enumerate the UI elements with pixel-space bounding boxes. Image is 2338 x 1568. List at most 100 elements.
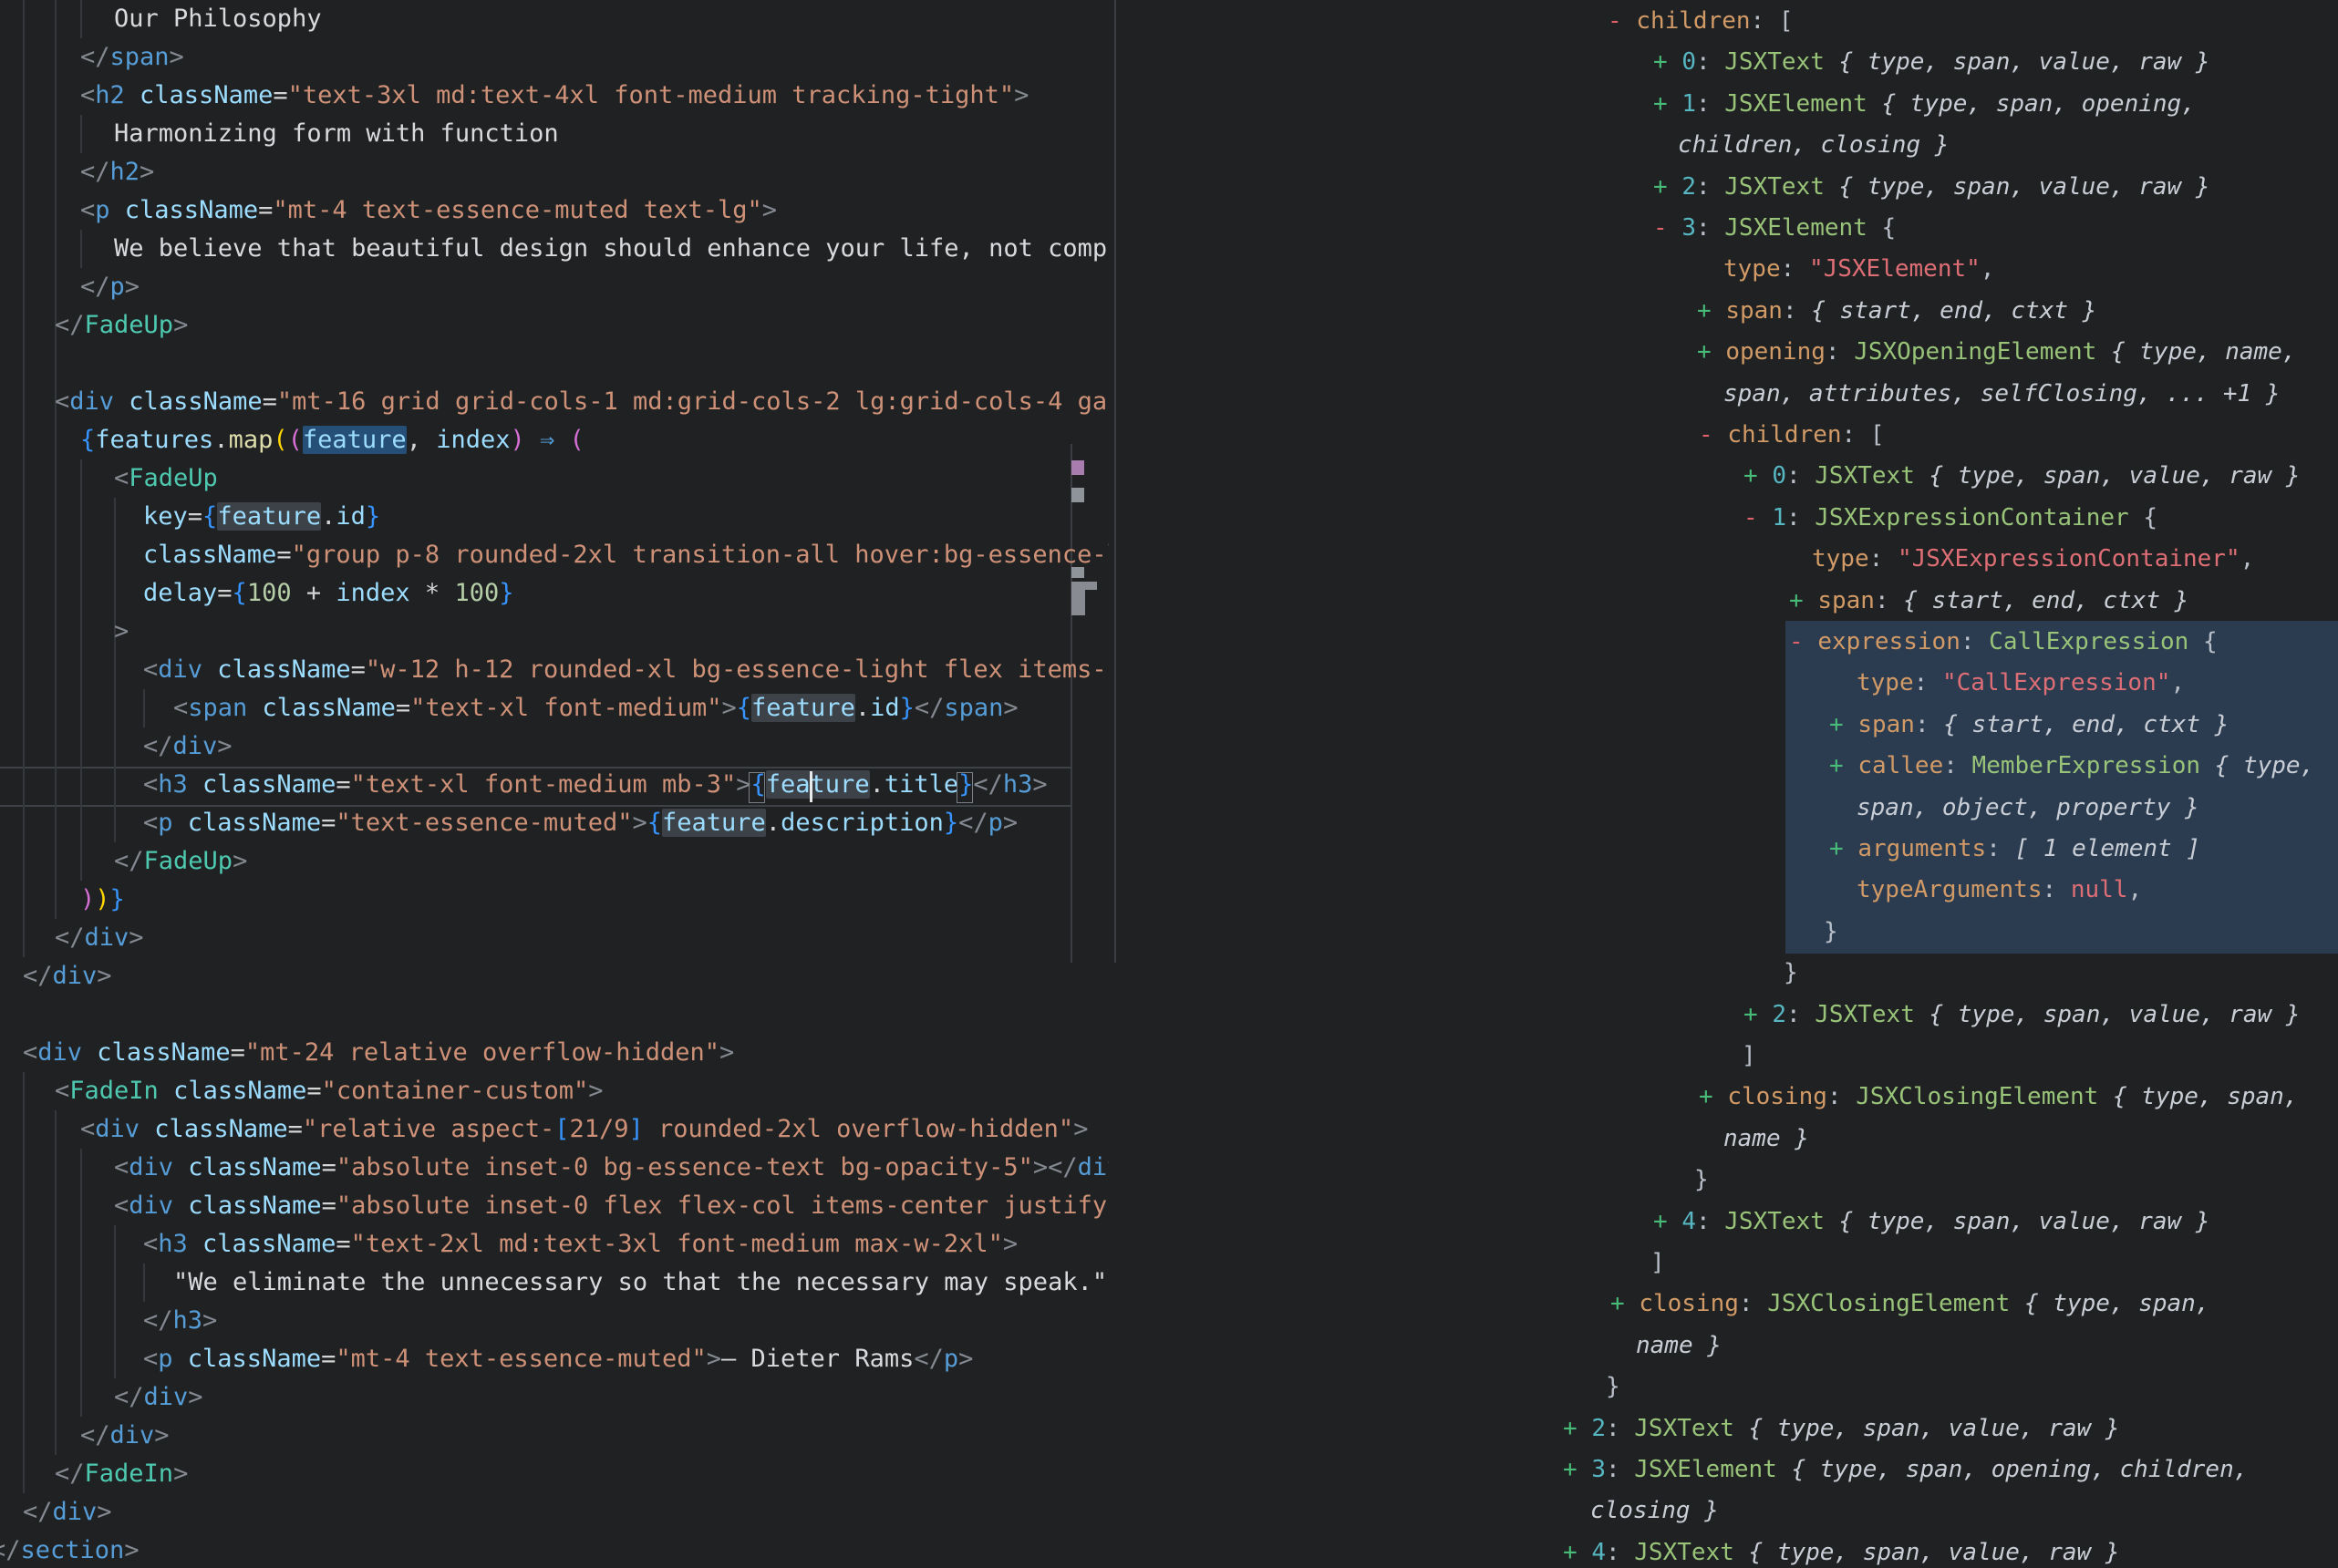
ast-line[interactable]: + 2: JSXText { type, span, value, raw } — [1653, 167, 2210, 208]
ast-line[interactable]: name } — [1723, 1119, 1809, 1160]
ast-line[interactable]: + 2: JSXText { type, span, value, raw } — [1563, 1408, 2120, 1449]
ast-line[interactable]: typeArguments: null, — [1857, 870, 2142, 911]
rnode-token: JSXClosingElement — [1856, 1083, 2113, 1110]
rp-token: : — [1827, 1083, 1856, 1110]
ridx-token: 1 — [1681, 90, 1696, 118]
ast-line[interactable]: - children: [ — [1608, 1, 1794, 42]
ast-line[interactable]: } — [1606, 1367, 1620, 1408]
ast-line[interactable]: - children: [ — [1699, 415, 1885, 456]
ast-line[interactable]: + callee: MemberExpression { type, — [1829, 746, 2314, 787]
expand-toggle-icon[interactable]: + — [1653, 1208, 1681, 1235]
ast-line[interactable]: children, closing } — [1678, 125, 1949, 166]
ridx-token: 0 — [1681, 48, 1696, 76]
rstr-token: "JSXExpressionContainer" — [1898, 545, 2240, 573]
ast-line[interactable]: ] — [1650, 1243, 1665, 1284]
ast-line[interactable]: + span: { start, end, ctxt } — [1789, 581, 2188, 622]
expand-toggle-icon[interactable]: + — [1610, 1290, 1639, 1317]
ast-tree-panel[interactable]: - children: [+ 0: JSXText { type, span, … — [0, 0, 2338, 1568]
ast-line[interactable]: + 4: JSXText { type, span, value, raw } — [1653, 1202, 2210, 1243]
collapse-toggle-icon[interactable]: - — [1608, 7, 1636, 35]
ast-line[interactable]: + 0: JSXText { type, span, value, raw } — [1653, 42, 2210, 83]
expand-toggle-icon[interactable]: + — [1829, 711, 1857, 738]
expand-toggle-icon[interactable]: + — [1697, 297, 1725, 325]
scrollbar-slider[interactable] — [1071, 582, 1085, 615]
rkey-token: arguments — [1857, 835, 1986, 862]
ast-line[interactable]: span, attributes, selfClosing, ... +1 } — [1723, 374, 2280, 415]
rp-token: : — [1696, 1208, 1724, 1235]
rp-token: } — [1694, 1166, 1709, 1193]
collapse-toggle-icon[interactable]: - — [1653, 214, 1681, 242]
rprev-token: name } — [1636, 1332, 1722, 1359]
expand-toggle-icon[interactable]: + — [1653, 90, 1681, 118]
rp-token: : — [1696, 48, 1724, 76]
expand-toggle-icon[interactable]: + — [1653, 173, 1681, 201]
ast-line[interactable]: } — [1784, 953, 1798, 994]
ast-line[interactable]: closing } — [1590, 1491, 1719, 1532]
expand-toggle-icon[interactable]: + — [1829, 835, 1857, 862]
rp-token: : [ — [1751, 7, 1794, 35]
expand-toggle-icon[interactable]: + — [1653, 48, 1681, 76]
rprev-token: { type, span, value, raw } — [1839, 48, 2210, 76]
ast-line[interactable]: + span: { start, end, ctxt } — [1829, 705, 2229, 746]
expand-toggle-icon[interactable]: + — [1743, 462, 1772, 490]
ast-line[interactable]: name } — [1636, 1326, 1722, 1367]
ast-line[interactable]: } — [1824, 912, 1838, 953]
rnode-token: JSXText — [1724, 1208, 1838, 1235]
ast-line[interactable]: - 1: JSXExpressionContainer { — [1743, 498, 2157, 539]
ast-line[interactable]: } — [1694, 1160, 1709, 1201]
expand-toggle-icon[interactable]: + — [1699, 1083, 1727, 1110]
rp-token: } — [1784, 959, 1798, 986]
rp-token: : [ — [1842, 421, 1885, 449]
rnode-token: JSXClosingElement — [1767, 1290, 2024, 1317]
ridx-token: 4 — [1681, 1208, 1696, 1235]
expand-toggle-icon[interactable]: + — [1563, 1415, 1591, 1442]
expand-toggle-icon[interactable]: + — [1563, 1456, 1591, 1483]
expand-toggle-icon[interactable]: + — [1743, 1001, 1772, 1028]
rkey-token: children — [1727, 421, 1841, 449]
bracket-match-box — [749, 772, 765, 803]
ast-line[interactable]: + closing: JSXClosingElement { type, spa… — [1610, 1284, 2209, 1325]
ridx-token: 2 — [1772, 1001, 1786, 1028]
rnode-token: JSXText — [1724, 48, 1838, 76]
rnode-token: JSXElement — [1724, 214, 1881, 242]
rp-token: : — [1696, 173, 1724, 201]
ast-line[interactable]: - 3: JSXElement { — [1653, 208, 1896, 249]
rprev-token: { start, end, ctxt } — [1903, 587, 2188, 614]
rprev-token: { type, span, value, raw } — [1839, 1208, 2210, 1235]
ast-line[interactable]: type: "JSXElement", — [1723, 249, 1994, 290]
rprev-token: { type, span, opening, — [1881, 90, 2195, 118]
ast-line[interactable]: + 3: JSXElement { type, span, opening, c… — [1563, 1449, 2248, 1491]
rp-token: : — [1786, 462, 1815, 490]
collapse-toggle-icon[interactable]: - — [1743, 504, 1772, 531]
collapse-toggle-icon[interactable]: - — [1789, 628, 1817, 655]
collapse-toggle-icon[interactable]: - — [1699, 421, 1727, 449]
rstr-token: "CallExpression" — [1942, 669, 2170, 696]
expand-toggle-icon[interactable]: + — [1789, 587, 1817, 614]
ast-line[interactable]: type: "JSXExpressionContainer", — [1812, 539, 2254, 580]
ast-line[interactable]: + 4: JSXText { type, span, value, raw } — [1563, 1532, 2120, 1568]
ast-line[interactable]: + 0: JSXText { type, span, value, raw } — [1743, 456, 2301, 497]
rp-token: : — [1914, 669, 1942, 696]
ast-line[interactable]: + 1: JSXElement { type, span, opening, — [1653, 84, 2196, 125]
rnode-token: JSXText — [1724, 173, 1838, 201]
expand-toggle-icon[interactable]: + — [1697, 338, 1725, 366]
rp-token: , — [2170, 669, 2185, 696]
rnode-token: MemberExpression — [1972, 752, 2215, 779]
ast-line[interactable]: type: "CallExpression", — [1857, 663, 2185, 704]
expand-toggle-icon[interactable]: + — [1829, 752, 1857, 779]
expand-toggle-icon[interactable]: + — [1563, 1539, 1591, 1566]
ast-line[interactable]: + opening: JSXOpeningElement { type, nam… — [1697, 332, 2296, 373]
ast-line[interactable]: + closing: JSXClosingElement { type, spa… — [1699, 1077, 2298, 1118]
rprev-token: { type, — [2215, 752, 2315, 779]
rp-token: , — [2127, 876, 2142, 903]
ast-line[interactable]: - expression: CallExpression { — [1789, 622, 2218, 663]
ast-line[interactable]: + 2: JSXText { type, span, value, raw } — [1743, 995, 2301, 1036]
ast-line[interactable]: ] — [1742, 1036, 1756, 1077]
ast-line[interactable]: + arguments: [ 1 element ] — [1829, 829, 2200, 870]
ast-line[interactable]: + span: { start, end, ctxt } — [1697, 291, 2096, 332]
ast-line[interactable]: span, object, property } — [1857, 788, 2199, 829]
rnode-token: JSXOpeningElement — [1854, 338, 2111, 366]
rprev-token: span, attributes, selfClosing, ... +1 } — [1723, 380, 2280, 407]
rkey-token: span — [1857, 711, 1915, 738]
rp-token: : — [1826, 338, 1854, 366]
